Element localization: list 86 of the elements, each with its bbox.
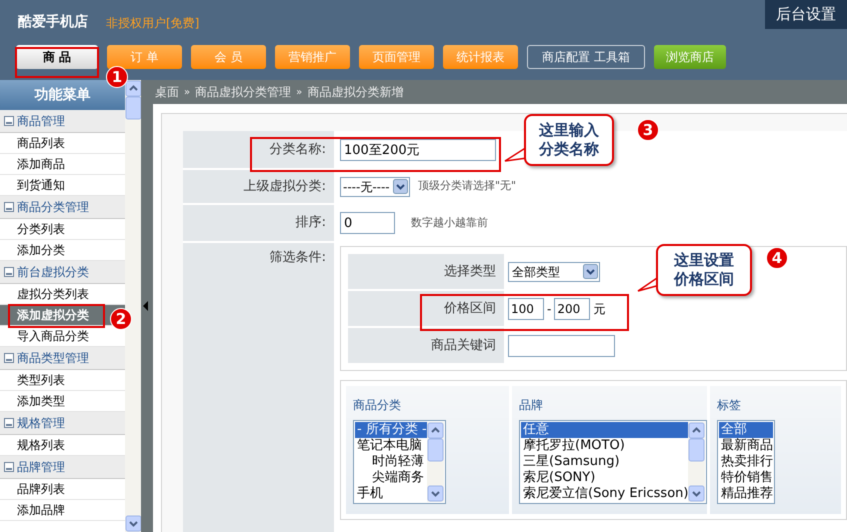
breadcrumb-item[interactable]: 桌面 <box>155 83 179 101</box>
sidebar-item[interactable]: 分类列表 <box>0 220 65 238</box>
sidebar-group[interactable]: 商品分类管理 <box>0 196 125 219</box>
list-box[interactable]: 全部 最新商品 热卖排行 特价销售 精品推荐 <box>717 420 775 504</box>
shop-name: 酷爱手机店 <box>18 12 88 32</box>
sidebar-group[interactable]: 前台虚拟分类 <box>0 261 125 284</box>
group-label: 前台虚拟分类 <box>17 264 89 281</box>
field-label: 商品关键词 <box>431 336 496 355</box>
list-option[interactable]: 摩托罗拉(MOTO) <box>521 438 688 454</box>
list-option[interactable]: 最新商品 <box>719 438 773 454</box>
sidebar-group[interactable]: 商品类型管理 <box>0 347 125 370</box>
callout-text: 这里设置价格区间 <box>674 251 734 289</box>
field-label: 上级虚拟分类: <box>244 178 326 196</box>
list-box[interactable]: 任意 摩托罗拉(MOTO) 三星(Samsung) 索尼(SONY) 索尼爱立信(Sony Ericsson) <box>519 420 708 504</box>
sidebar-item[interactable]: 添加分类 <box>0 241 65 259</box>
sidebar-item[interactable]: 添加虚拟分类 <box>0 306 89 324</box>
breadcrumb-separator: » <box>296 86 302 100</box>
sidebar-item[interactable]: 虚拟分类列表 <box>0 285 89 303</box>
collapse-icon <box>4 418 14 428</box>
scrollbar[interactable] <box>125 80 142 532</box>
group-label: 品牌管理 <box>17 459 65 476</box>
scrollbar[interactable] <box>426 422 444 502</box>
group-label: 规格管理 <box>17 415 65 432</box>
list-option[interactable]: 索尼爱立信(Sony Ericsson) <box>521 486 688 502</box>
sidebar-group[interactable]: 规格管理 <box>0 412 125 435</box>
nav-tab[interactable]: 商店配置 工具箱 <box>527 45 645 69</box>
group-label: 商品管理 <box>17 113 65 130</box>
collapse-arrow-icon[interactable] <box>142 301 148 311</box>
sidebar-group[interactable]: 品牌管理 <box>0 456 125 479</box>
list-option[interactable]: 三星(Samsung) <box>521 454 688 470</box>
name-input[interactable]: 100至200元 <box>340 138 496 160</box>
price-unit: 元 <box>593 300 606 318</box>
list-option[interactable]: 笔记本电脑 <box>355 438 427 454</box>
sidebar-item[interactable]: 类型列表 <box>0 371 65 389</box>
callout-text: 这里输入分类名称 <box>539 121 599 159</box>
field-label: 选择类型 <box>444 262 496 281</box>
list-option[interactable]: 热卖排行 <box>719 454 773 470</box>
list-option[interactable]: 特价销售 <box>719 470 773 486</box>
admin-title: 后台设置 <box>765 0 847 29</box>
sidebar-group[interactable]: 商品管理 <box>0 110 125 133</box>
collapse-icon <box>4 462 14 472</box>
sidebar-item[interactable]: 品牌列表 <box>0 480 65 498</box>
list-option[interactable]: 索尼(SONY) <box>521 470 688 486</box>
sidebar-item[interactable]: 导入商品分类 <box>0 327 89 345</box>
field-hint: 数字越小越靠前 <box>411 214 488 231</box>
field-label: 筛选条件: <box>270 250 326 265</box>
price-max-input[interactable]: 200 <box>554 298 590 320</box>
breadcrumb-item[interactable]: 商品虚拟分类新增 <box>307 83 404 101</box>
list-option[interactable]: - 所有分类 - <box>355 422 427 438</box>
scrollbar[interactable] <box>688 422 706 502</box>
list-option[interactable]: 精品推荐 <box>719 486 773 502</box>
user-status: 非授权用户[免费] <box>106 14 200 32</box>
collapse-icon <box>4 116 14 126</box>
field-label: 分类名称: <box>270 140 326 159</box>
sidebar-item[interactable]: 规格列表 <box>0 436 65 454</box>
sidebar-item[interactable]: 添加类型 <box>0 392 65 410</box>
breadcrumb-separator: » <box>184 86 190 100</box>
collapse-icon <box>4 267 14 277</box>
sidebar-item[interactable]: 到货通知 <box>0 176 65 194</box>
column-title: 标签 <box>717 397 742 414</box>
keyword-input[interactable] <box>508 334 615 356</box>
list-option[interactable]: 任意 <box>521 422 688 438</box>
order-input[interactable]: 0 <box>340 212 395 234</box>
range-separator: - <box>547 300 552 318</box>
sidebar-item[interactable]: 添加商品 <box>0 155 65 173</box>
group-label: 商品类型管理 <box>17 350 89 367</box>
price-min-input[interactable]: 100 <box>508 298 544 320</box>
collapse-icon <box>4 353 14 363</box>
breadcrumb-item[interactable]: 商品虚拟分类管理 <box>195 83 292 101</box>
field-label: 排序: <box>296 214 326 232</box>
field-label: 价格区间 <box>444 300 496 318</box>
type-select[interactable]: 全部类型 <box>508 262 600 282</box>
list-box[interactable]: - 所有分类 - 笔记本电脑 时尚轻薄 尖端商务 手机 <box>353 420 446 504</box>
collapse-icon <box>4 202 14 212</box>
list-option[interactable]: 尖端商务 <box>355 470 427 486</box>
list-option[interactable]: 时尚轻薄 <box>355 454 427 470</box>
column-title: 商品分类 <box>353 397 402 414</box>
parent-select[interactable]: ----无---- <box>340 176 410 196</box>
list-option[interactable]: 全部 <box>719 422 773 438</box>
sidebar-item[interactable]: 商品列表 <box>0 134 65 152</box>
field-hint: 顶级分类请选择"无" <box>418 178 516 194</box>
sidebar-item[interactable]: 添加品牌 <box>0 501 65 519</box>
column-title: 品牌 <box>519 397 544 414</box>
nav-tab[interactable]: 商 品 <box>16 45 98 69</box>
list-option[interactable]: 手机 <box>355 486 427 502</box>
group-label: 商品分类管理 <box>17 199 89 216</box>
